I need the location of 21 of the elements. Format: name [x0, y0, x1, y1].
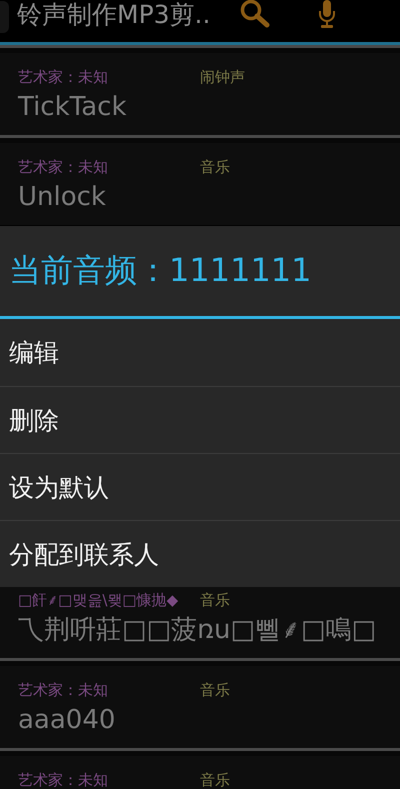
song-row[interactable]: 艺术家：未知 音乐	[0, 756, 400, 789]
song-title: Unlock	[18, 181, 107, 213]
artist-label: 艺术家：未知	[18, 680, 109, 700]
category-label: 音乐	[200, 590, 230, 610]
microphone-button[interactable]	[317, 0, 337, 28]
artist-label: 艺术家：未知	[18, 67, 109, 87]
microphone-icon	[317, 0, 337, 28]
song-title: 乁荆呏莊□□菠ռu□뻴⸙□鳴□	[18, 614, 378, 646]
artist-label: 艺术家：未知	[18, 157, 109, 177]
song-title: TickTack	[18, 91, 128, 123]
artist-label: □飦⸙□맺읊\뫶□慷抛◆	[18, 590, 180, 610]
song-title: aaa040	[18, 704, 116, 736]
app-title: 铃声制作MP3剪..	[17, 0, 212, 30]
category-label: 音乐	[200, 770, 230, 789]
category-label: 音乐	[200, 157, 230, 177]
artist-label: 艺术家：未知	[18, 770, 109, 789]
song-row[interactable]: 艺术家：未知 闹钟声 TickTack	[0, 53, 400, 135]
song-row[interactable]: 艺术家：未知 音乐 aaa040	[0, 666, 400, 748]
category-label: 闹钟声	[200, 67, 245, 87]
song-row[interactable]: 艺术家：未知 音乐 Unlock	[0, 143, 400, 225]
category-label: 音乐	[200, 680, 230, 700]
